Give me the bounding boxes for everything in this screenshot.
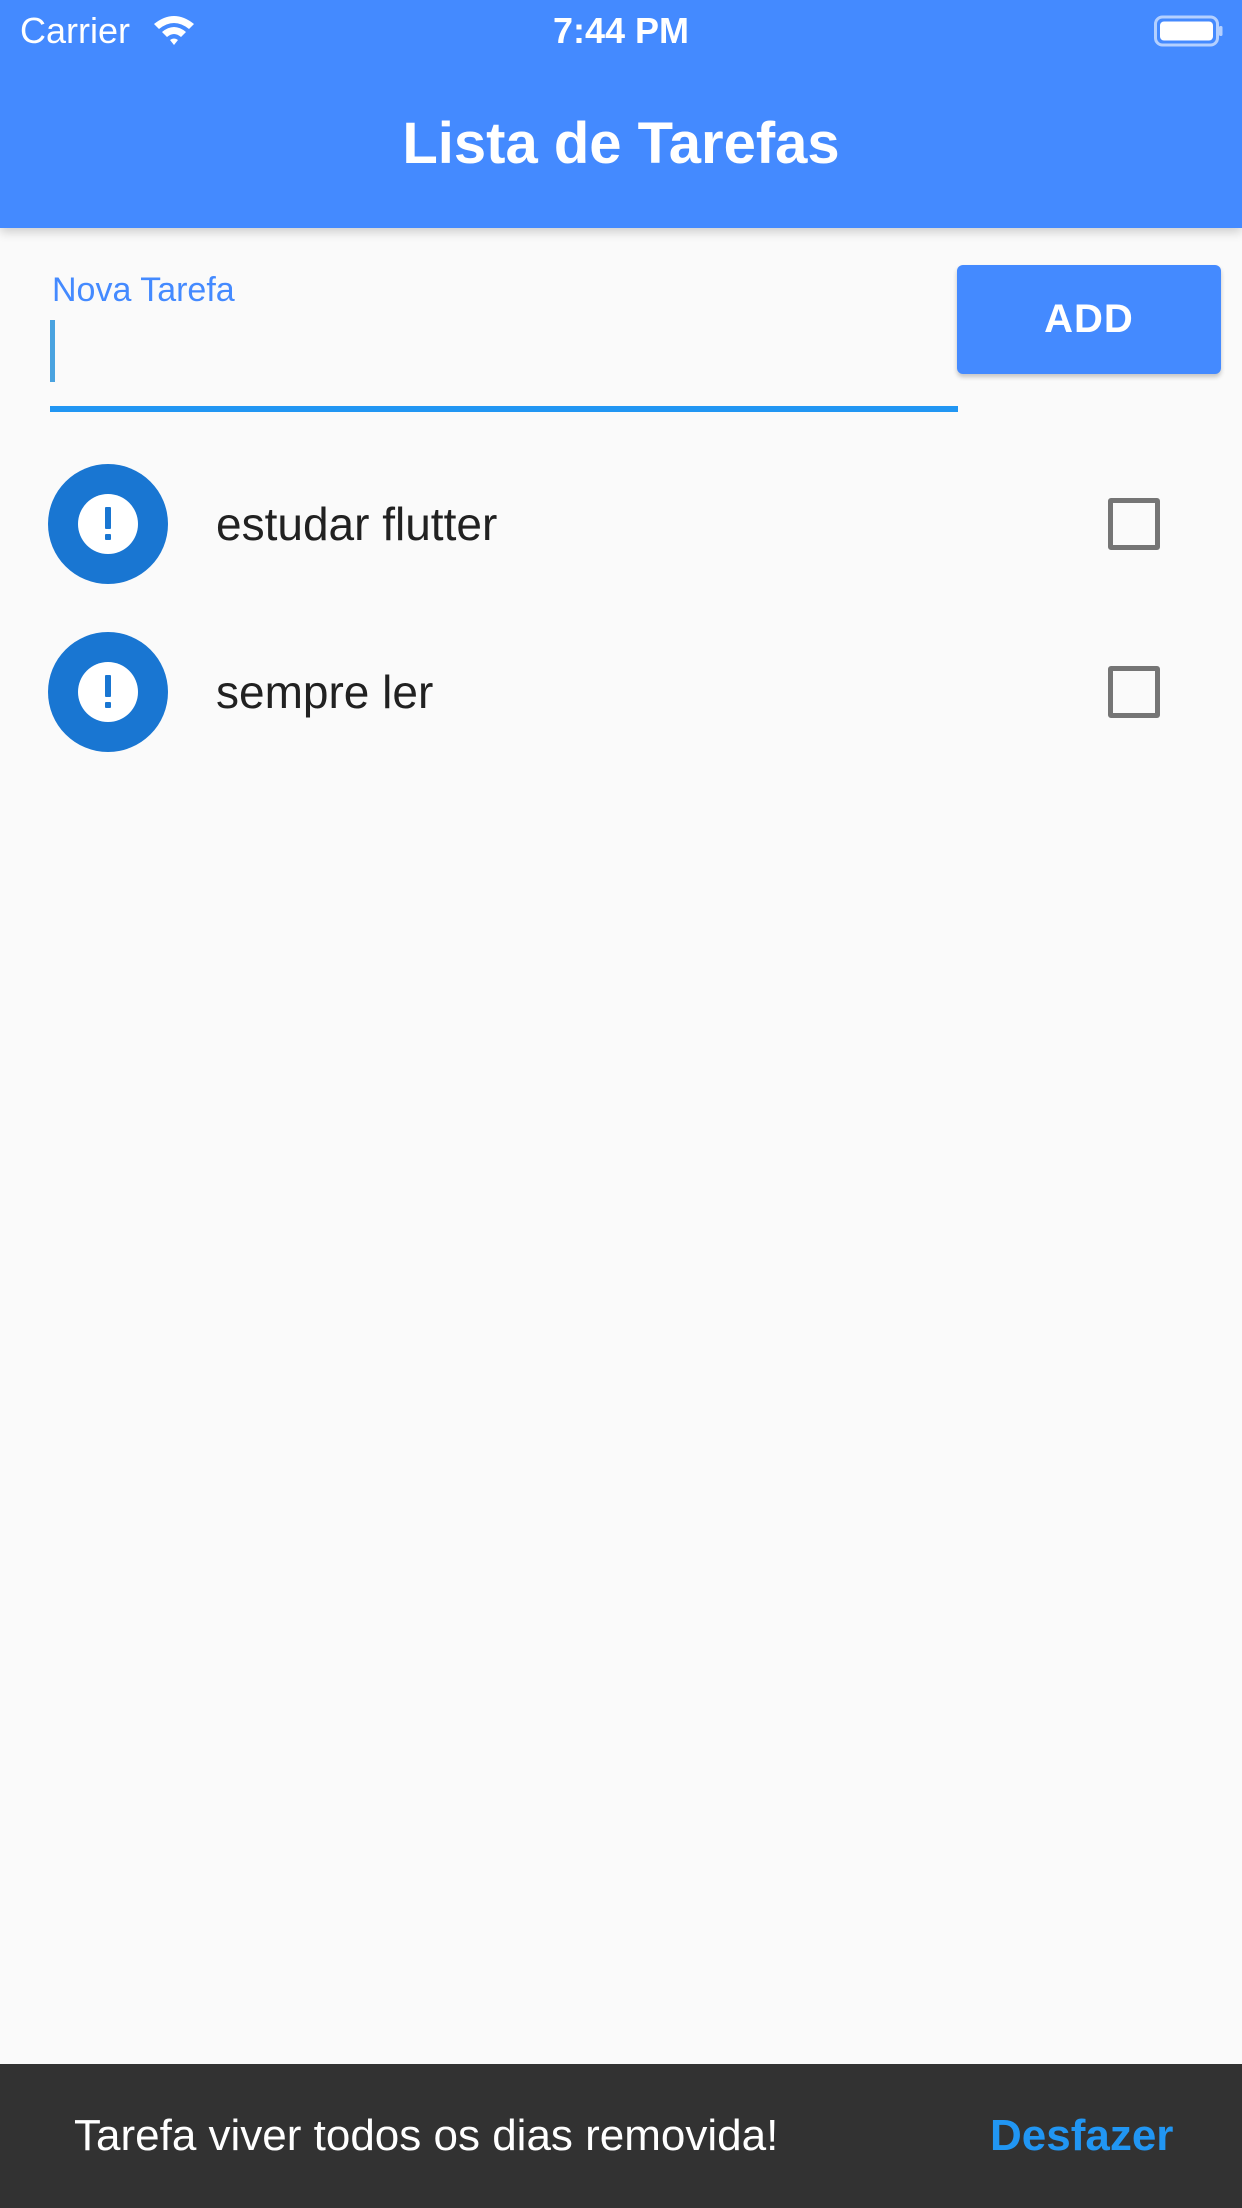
snackbar: Tarefa viver todos os dias removida! Des…: [0, 2064, 1242, 2208]
alert-icon: [78, 662, 138, 722]
task-avatar: [48, 632, 168, 752]
battery-icon: [1154, 15, 1223, 47]
alert-icon: [78, 494, 138, 554]
page-title: Lista de Tarefas: [402, 111, 840, 176]
snackbar-message: Tarefa viver todos os dias removida!: [74, 2111, 779, 2160]
new-task-input[interactable]: [50, 320, 958, 410]
task-checkbox[interactable]: [1108, 498, 1160, 550]
new-task-label: Nova Tarefa: [52, 271, 235, 309]
status-bar: Carrier 7:44 PM: [0, 0, 1242, 62]
task-title: estudar flutter: [216, 498, 498, 550]
app-bar: Carrier 7:44 PM Lista de Tarefas: [0, 0, 1242, 228]
task-title: sempre ler: [216, 666, 434, 718]
input-underline: [50, 406, 958, 412]
status-time: 7:44 PM: [552, 10, 690, 51]
list-item[interactable]: estudar flutter: [0, 440, 1242, 608]
new-task-field[interactable]: Nova Tarefa: [50, 262, 958, 412]
task-avatar: [48, 464, 168, 584]
text-cursor: [50, 320, 55, 382]
task-checkbox[interactable]: [1108, 666, 1160, 718]
list-item[interactable]: sempre ler: [0, 608, 1242, 776]
add-button[interactable]: ADD: [957, 265, 1221, 374]
undo-button[interactable]: Desfazer: [990, 2108, 1173, 2164]
